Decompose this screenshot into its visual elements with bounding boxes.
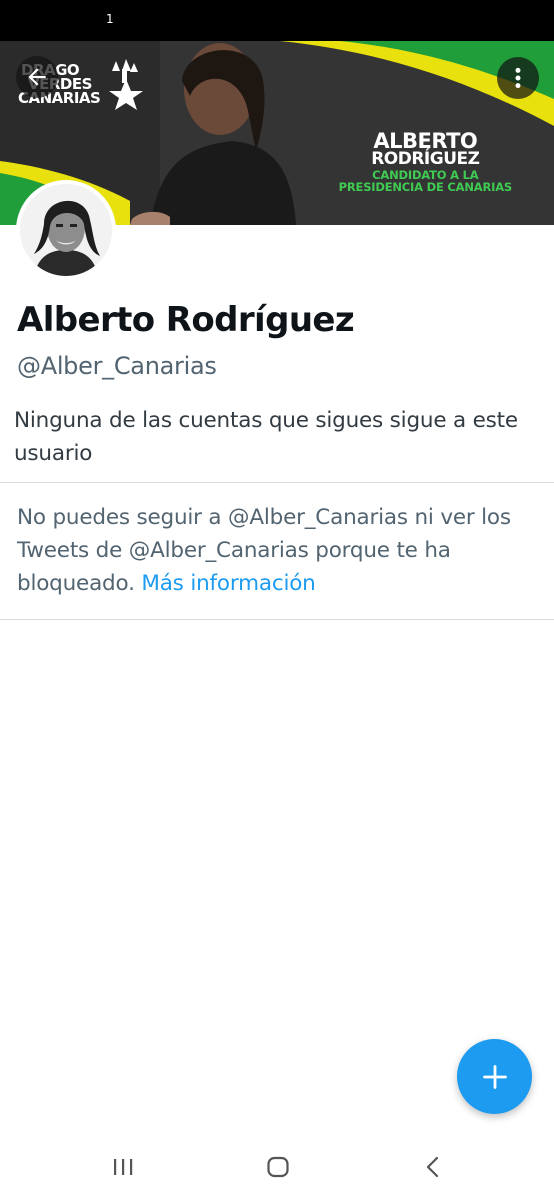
profile-display-name: Alberto Rodríguez bbox=[17, 300, 355, 340]
banner-name-line-2: RODRÍGUEZ bbox=[371, 149, 480, 169]
followers-you-know-text: Ninguna de las cuentas que sigues sigue … bbox=[14, 408, 518, 466]
recent-apps-icon[interactable] bbox=[110, 1154, 136, 1180]
home-icon[interactable] bbox=[265, 1154, 291, 1180]
blocked-message: No puedes seguir a @Alber_Canarias ni ve… bbox=[17, 501, 537, 600]
banner-name-line-1: ALBERTO bbox=[373, 129, 478, 153]
profile-screen: 1 DRAGO VERDES CANARI bbox=[0, 0, 554, 1200]
status-bar: 1 bbox=[0, 0, 554, 41]
more-vertical-icon bbox=[515, 67, 521, 89]
compose-tweet-button[interactable] bbox=[457, 1039, 532, 1114]
system-navigation-bar bbox=[0, 1136, 554, 1200]
banner-candidate-text: ALBERTO RODRÍGUEZ CANDIDATO A LA PRESIDE… bbox=[338, 129, 513, 194]
avatar-photo bbox=[20, 184, 112, 276]
back-icon[interactable] bbox=[420, 1154, 446, 1180]
divider bbox=[0, 482, 554, 483]
divider bbox=[0, 619, 554, 620]
avatar[interactable] bbox=[16, 180, 116, 280]
learn-more-link[interactable]: Más información bbox=[141, 571, 315, 596]
arrow-left-icon bbox=[28, 68, 46, 86]
banner-tagline-2: PRESIDENCIA DE CANARIAS bbox=[338, 180, 513, 194]
more-options-button[interactable] bbox=[497, 57, 539, 99]
status-indicator: 1 bbox=[106, 12, 114, 26]
plus-icon bbox=[482, 1064, 507, 1089]
profile-handle: @Alber_Canarias bbox=[17, 352, 217, 380]
back-button[interactable] bbox=[16, 56, 58, 98]
